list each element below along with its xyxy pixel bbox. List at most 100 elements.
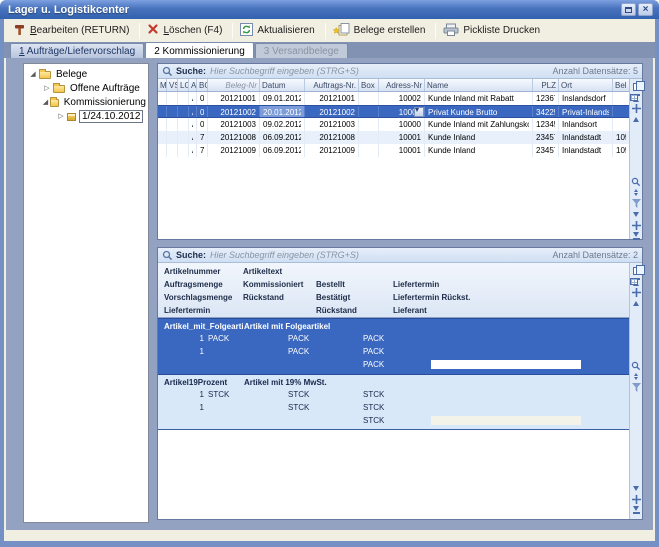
orders-panel: Suche: Hier Suchbegriff eingeben (STRG+S…	[157, 63, 643, 240]
einheit-value: STCK	[208, 388, 229, 401]
sort-icon[interactable]	[631, 187, 642, 198]
col-artikeltext[interactable]: Artikeltext	[243, 265, 282, 278]
order-row[interactable]: A002012100220.01.20122012100210009Privat…	[158, 105, 629, 118]
order-cell: 10002	[379, 92, 425, 105]
order-row[interactable]: A722012100806.09.20122012100810001Kunde …	[158, 131, 629, 144]
column-header-m[interactable]: M	[158, 79, 167, 91]
search-placeholder[interactable]: Hier Suchbegriff eingeben (STRG+S)	[210, 66, 546, 76]
search-icon[interactable]	[631, 360, 642, 371]
col-kommissioniert[interactable]: Kommissioniert	[243, 278, 303, 291]
nav-append-icon[interactable]	[631, 220, 642, 231]
position-record[interactable]: Artikel_mit_FolgeartikelArtikel mit Folg…	[158, 318, 629, 374]
collapsed-arrow-icon[interactable]: ▷	[56, 112, 66, 120]
orders-search-bar[interactable]: Suche: Hier Suchbegriff eingeben (STRG+S…	[158, 64, 642, 79]
order-cell	[178, 92, 189, 105]
titlebar[interactable]: Lager u. Logistikcenter ×	[0, 0, 659, 19]
column-header-ort[interactable]: Ort	[559, 79, 613, 91]
order-cell: Kunde Inland mit Rabatt	[425, 92, 533, 105]
column-header-plz[interactable]: PLZ	[533, 79, 559, 91]
tree-item-offene-auftraege[interactable]: ▷ Offene Aufträge	[24, 81, 148, 95]
column-header-vs[interactable]: VS	[167, 79, 178, 91]
tree-item-belege[interactable]: ◢ Belege	[24, 67, 148, 81]
tab-auftraege-liefervorschlag[interactable]: 1 Aufträge/Liefervorschlag	[10, 43, 144, 58]
col-liefertermin[interactable]: Liefertermin	[393, 278, 439, 291]
order-cell: Inlandstadt	[559, 131, 613, 144]
grid-view-icon[interactable]	[631, 349, 642, 360]
nav-down-icon[interactable]	[631, 209, 642, 220]
restore-window-icon[interactable]	[621, 3, 636, 16]
column-header-beleg-nr[interactable]: Beleg-Nr	[208, 79, 260, 91]
nav-last-icon[interactable]	[631, 505, 642, 516]
toolbar-separator	[232, 23, 233, 39]
aktualisieren-button[interactable]: Aktualisieren	[236, 21, 321, 41]
column-header-box[interactable]: Box	[359, 79, 379, 91]
order-row[interactable]: A722012100906.09.20122012100910001Kunde …	[158, 144, 629, 157]
grid-view-icon[interactable]	[631, 165, 642, 176]
order-cell: 20121001	[208, 92, 260, 105]
address-dropdown-button[interactable]	[414, 107, 424, 117]
col-rueckstand2[interactable]: Rückstand	[316, 304, 357, 317]
hammer-icon	[13, 23, 26, 39]
lieferant-field[interactable]	[431, 360, 581, 369]
order-cell: 00	[197, 106, 208, 117]
order-cell: 06.09.2012	[260, 144, 305, 157]
collapsed-arrow-icon[interactable]: ▷	[42, 84, 52, 92]
tab-strip: 1 Aufträge/Liefervorschlag 2 Kommissioni…	[4, 42, 655, 58]
nav-insert-icon[interactable]	[631, 287, 642, 298]
sort-icon[interactable]	[631, 371, 642, 382]
tab-kommissionierung[interactable]: 2 Kommissionierung	[145, 42, 254, 58]
filter-icon[interactable]	[631, 198, 642, 209]
expanded-arrow-icon[interactable]: ◢	[28, 70, 38, 78]
column-header-a[interactable]: A	[189, 79, 197, 91]
col-lieferant[interactable]: Lieferant	[393, 304, 427, 317]
tree-item-kommissionierlauf[interactable]: ▷ 1/24.10.2012	[24, 109, 148, 123]
search-icon[interactable]	[631, 176, 642, 187]
column-header-name[interactable]: Name	[425, 79, 533, 91]
search-placeholder[interactable]: Hier Suchbegriff eingeben (STRG+S)	[210, 250, 546, 260]
nav-last-icon[interactable]	[631, 231, 642, 242]
nav-up-icon[interactable]	[631, 114, 642, 125]
col-vorschlagsmenge[interactable]: Vorschlagsmenge	[164, 291, 232, 304]
delete-x-icon	[147, 23, 159, 38]
lieferant-field[interactable]	[431, 416, 581, 425]
order-row[interactable]: A002012100109.01.20122012100110002Kunde …	[158, 92, 629, 105]
orders-nav-strip	[629, 79, 642, 239]
col-liefertermin2[interactable]: Liefertermin	[164, 304, 210, 317]
expanded-arrow-icon[interactable]: ◢	[42, 98, 49, 106]
col-rueckstand[interactable]: Rückstand	[243, 291, 284, 304]
order-cell: 09.01.2012	[260, 92, 305, 105]
nav-down-icon[interactable]	[631, 483, 642, 494]
select-columns-icon[interactable]	[631, 81, 642, 92]
nav-insert-icon[interactable]	[631, 103, 642, 114]
column-header-lo[interactable]: LO	[178, 79, 189, 91]
order-cell	[158, 106, 167, 117]
column-header-adress-nr[interactable]: Adress-Nr	[379, 79, 425, 91]
col-bestaetigt[interactable]: Bestätigt	[316, 291, 350, 304]
col-auftragsmenge[interactable]: Auftragsmenge	[164, 278, 223, 291]
column-header-bel[interactable]: Bel	[613, 79, 629, 91]
filter-icon[interactable]	[631, 382, 642, 393]
tree-item-kommissionierung[interactable]: ◢ Kommissionierung	[24, 95, 148, 109]
order-cell: 06.09.2012	[260, 131, 305, 144]
nav-up-icon[interactable]	[631, 298, 642, 309]
col-bestellt[interactable]: Bestellt	[316, 278, 345, 291]
order-cell	[178, 131, 189, 144]
column-header-datum[interactable]: Datum	[260, 79, 305, 91]
create-documents-icon	[333, 22, 350, 39]
col-liefertermin-rueckst[interactable]: Liefertermin Rückst.	[393, 291, 470, 304]
orders-rows: A002012100109.01.20122012100110002Kunde …	[158, 92, 629, 157]
nav-append-icon[interactable]	[631, 494, 642, 505]
positions-search-bar[interactable]: Suche: Hier Suchbegriff eingeben (STRG+S…	[158, 248, 642, 263]
loeschen-button[interactable]: Löschen (F4)	[143, 21, 229, 40]
column-header-bg[interactable]: BG	[197, 79, 208, 91]
column-header-auftrags-nr-[interactable]: Auftrags-Nr.	[305, 79, 359, 91]
bearbeiten-button[interactable]: Bearbeiten (RETURN)	[9, 21, 136, 41]
close-icon[interactable]: ×	[638, 3, 653, 16]
toolbar: Bearbeiten (RETURN) Löschen (F4) Aktuali…	[4, 19, 655, 42]
col-artikelnummer[interactable]: Artikelnummer	[164, 265, 220, 278]
pickliste-drucken-button[interactable]: Pickliste Drucken	[439, 21, 547, 41]
select-columns-icon[interactable]	[631, 265, 642, 276]
belege-erstellen-button[interactable]: Belege erstellen	[329, 20, 433, 41]
order-row[interactable]: A002012100309.02.20122012100310000Kunde …	[158, 118, 629, 131]
position-record[interactable]: Artikel19ProzentArtikel mit 19% MwSt.1ST…	[158, 374, 629, 430]
